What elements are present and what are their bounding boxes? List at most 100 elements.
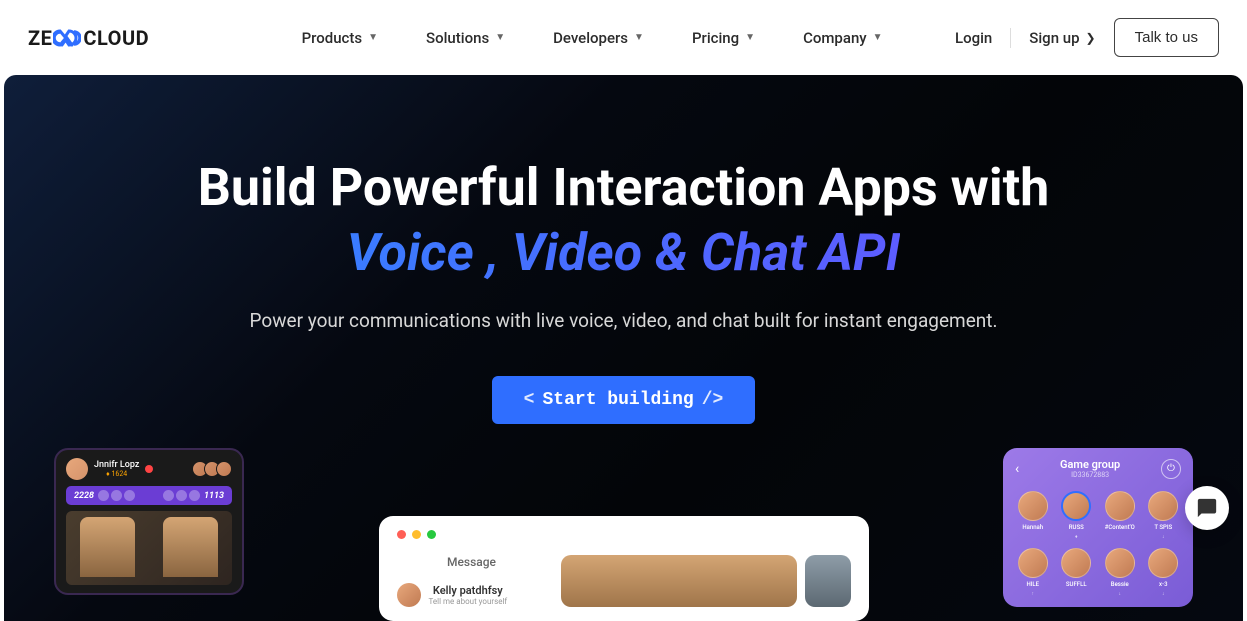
user-tag: ↓ xyxy=(1162,534,1165,540)
group-header: ‹ Game group ID33672883 ⏻ xyxy=(1015,458,1181,479)
video-main xyxy=(561,555,797,607)
user-cell: x-3 ↓ xyxy=(1146,548,1182,597)
maximize-icon xyxy=(427,530,436,539)
video-panel xyxy=(561,555,851,607)
user-name: x-3 xyxy=(1159,581,1167,588)
nav-label: Company xyxy=(803,29,867,47)
divider xyxy=(1010,28,1011,48)
nav-pricing[interactable]: Pricing ▼ xyxy=(692,29,755,47)
nav-company[interactable]: Company ▼ xyxy=(803,29,883,47)
avatar xyxy=(1018,548,1048,578)
mockup-live-stream: Jnnifr Lopz ♦ 1624 2228 xyxy=(54,448,244,595)
chevron-down-icon: ▼ xyxy=(495,32,505,43)
mockup-row: Jnnifr Lopz ♦ 1624 2228 xyxy=(44,448,1203,621)
back-icon: ‹ xyxy=(1015,461,1019,477)
contact-name: Kelly patdhfsy xyxy=(429,584,508,597)
contact-item: Kelly patdhfsy Tell me about yourself xyxy=(397,583,547,607)
hero-title-line2: Voice , Video & Chat API xyxy=(347,222,901,283)
avatar xyxy=(1105,491,1135,521)
chevron-right-icon: ❯ xyxy=(1086,31,1096,45)
chevron-down-icon: ▼ xyxy=(368,32,378,43)
user-name: SUFFLL xyxy=(1066,581,1087,588)
mockup-game-group: ‹ Game group ID33672883 ⏻ Hannah RUSS ♦ xyxy=(1003,448,1193,607)
nav-solutions[interactable]: Solutions ▼ xyxy=(426,29,505,47)
chat-sidebar: Message Kelly patdhfsy Tell me about you… xyxy=(397,555,547,607)
avatar xyxy=(1018,491,1048,521)
user-cell: RUSS ♦ xyxy=(1059,491,1095,540)
logo-prefix: ZE xyxy=(28,26,52,50)
avatar xyxy=(1061,491,1091,521)
header-actions: Login Sign up ❯ Talk to us xyxy=(955,18,1219,57)
avatar xyxy=(66,458,88,480)
message-label: Message xyxy=(397,555,547,569)
stream-video xyxy=(66,511,232,585)
live-dot-icon xyxy=(145,465,153,473)
user-tag: ↓ xyxy=(1119,591,1122,597)
video-person xyxy=(80,517,135,577)
login-link[interactable]: Login xyxy=(955,29,992,47)
window-controls xyxy=(397,530,851,539)
avatar xyxy=(216,461,232,477)
stream-stats-bar: 2228 1113 xyxy=(66,486,232,505)
video-person xyxy=(163,517,218,577)
user-name: Bessie xyxy=(1111,581,1129,588)
start-building-button[interactable]: < Start building /> xyxy=(492,376,756,424)
avatar xyxy=(1148,491,1178,521)
stat-icon xyxy=(124,490,135,501)
stream-user-badge: ♦ 1624 xyxy=(94,470,139,478)
user-tag: ♦ xyxy=(1075,534,1078,540)
contact-preview: Tell me about yourself xyxy=(429,597,508,606)
logo-icon xyxy=(53,29,81,47)
stat-icon xyxy=(111,490,122,501)
nav-label: Pricing xyxy=(692,29,739,47)
video-thumb xyxy=(805,555,851,607)
chevron-down-icon: ▼ xyxy=(634,32,644,43)
hero-subtitle: Power your communications with live voic… xyxy=(44,309,1203,332)
mockup-desktop-chat: Message Kelly patdhfsy Tell me about you… xyxy=(379,516,869,621)
user-cell: Hannah xyxy=(1015,491,1051,540)
avatar xyxy=(1061,548,1091,578)
main-nav: Products ▼ Solutions ▼ Developers ▼ Pric… xyxy=(302,29,883,47)
nav-developers[interactable]: Developers ▼ xyxy=(553,29,644,47)
stat-icon xyxy=(163,490,174,501)
angle-bracket-right-icon: /> xyxy=(702,390,724,410)
logo[interactable]: ZE CLOUD xyxy=(28,26,149,50)
stat-icon xyxy=(98,490,109,501)
power-icon: ⏻ xyxy=(1161,459,1181,479)
close-icon xyxy=(397,530,406,539)
mockup-left-header: Jnnifr Lopz ♦ 1624 xyxy=(66,458,232,480)
user-tag: ↓ xyxy=(1162,591,1165,597)
viewer-avatars xyxy=(196,461,232,477)
signup-link[interactable]: Sign up ❯ xyxy=(1029,29,1095,47)
nav-label: Developers xyxy=(553,29,628,47)
chat-widget-button[interactable] xyxy=(1185,486,1229,530)
user-name: #Content'O xyxy=(1105,524,1135,531)
stat-left: 2228 xyxy=(74,491,94,501)
chat-content: Message Kelly patdhfsy Tell me about you… xyxy=(397,555,851,607)
user-cell: Bessie ↓ xyxy=(1102,548,1138,597)
user-name: T SPIS xyxy=(1154,524,1172,531)
group-title: Game group xyxy=(1060,458,1120,471)
user-grid: Hannah RUSS ♦ #Content'O T SPIS ↓ xyxy=(1015,491,1181,597)
stat-icon xyxy=(176,490,187,501)
angle-bracket-left-icon: < xyxy=(524,390,535,410)
hero-section: Build Powerful Interaction Apps with Voi… xyxy=(4,75,1243,621)
chevron-down-icon: ▼ xyxy=(873,32,883,43)
stream-user: Jnnifr Lopz ♦ 1624 xyxy=(66,458,153,480)
nav-products[interactable]: Products ▼ xyxy=(302,29,378,47)
user-name: HILE xyxy=(1026,581,1039,588)
stream-user-name: Jnnifr Lopz xyxy=(94,460,139,470)
group-id: ID33672883 xyxy=(1060,471,1120,479)
signup-label: Sign up xyxy=(1029,29,1079,47)
avatar xyxy=(397,583,421,607)
user-cell: HILE ↑ xyxy=(1015,548,1051,597)
minimize-icon xyxy=(412,530,421,539)
avatar xyxy=(1148,548,1178,578)
chat-icon xyxy=(1196,497,1218,519)
avatar xyxy=(1105,548,1135,578)
user-name: RUSS xyxy=(1069,524,1084,531)
user-cell: T SPIS ↓ xyxy=(1146,491,1182,540)
logo-suffix: CLOUD xyxy=(83,26,149,50)
talk-to-us-button[interactable]: Talk to us xyxy=(1114,18,1219,57)
hero-title: Build Powerful Interaction Apps with Voi… xyxy=(44,155,1203,285)
